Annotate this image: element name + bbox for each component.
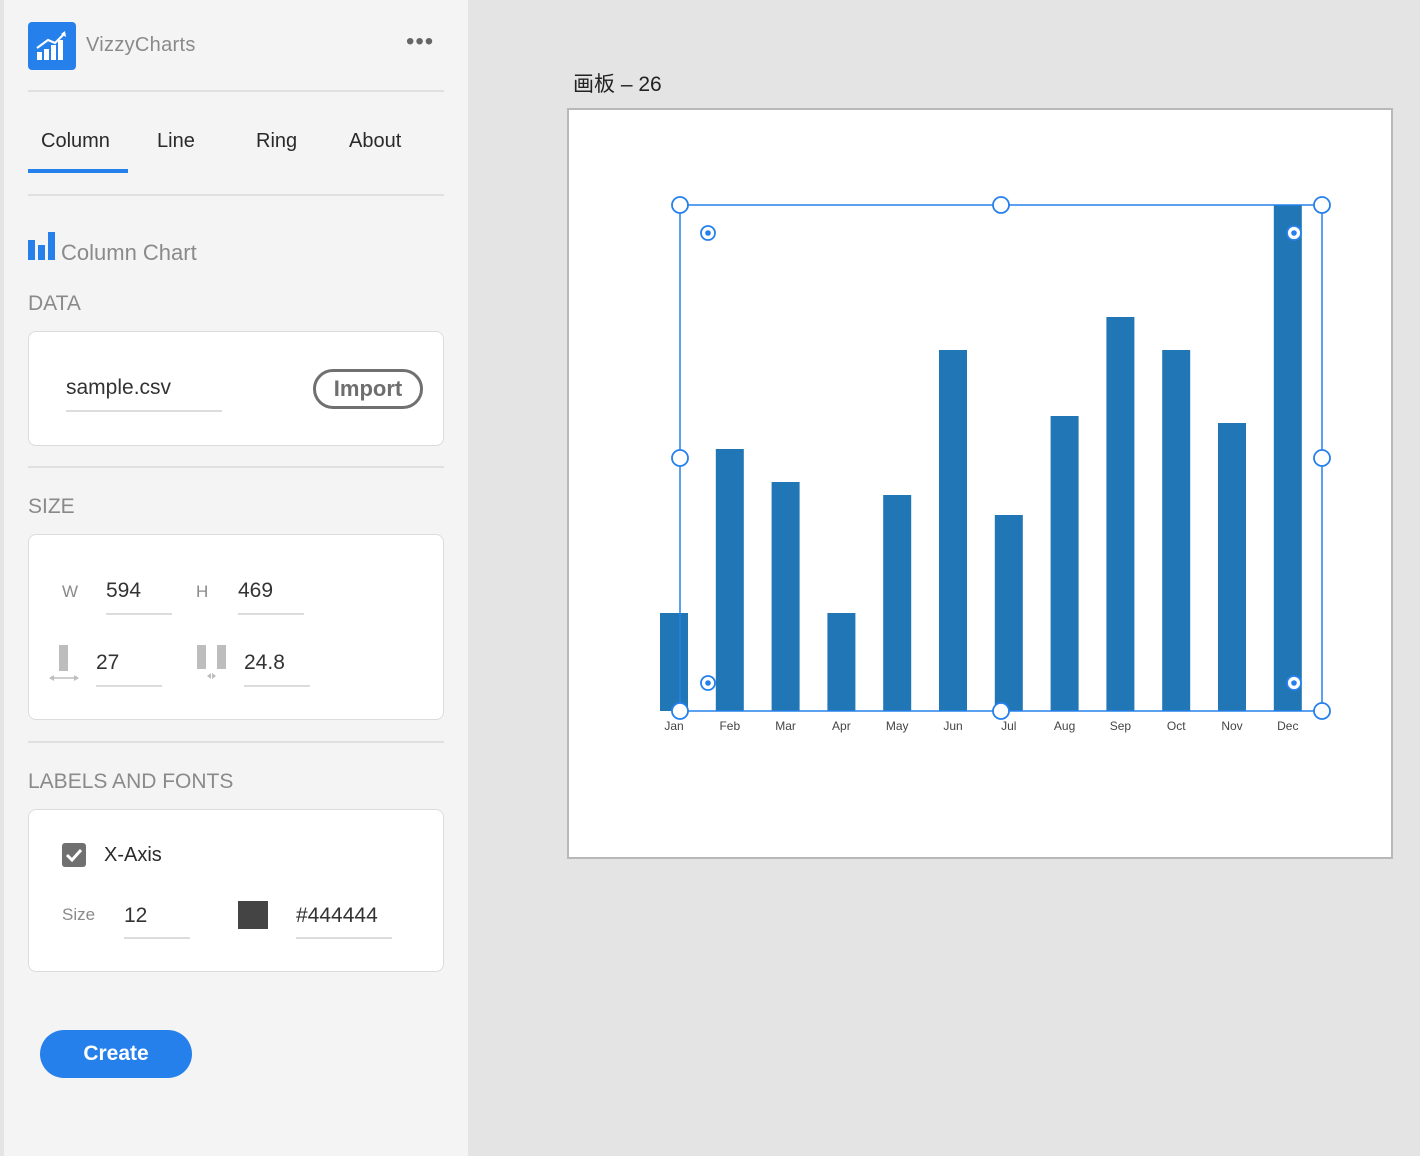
corner-radius-handle-dot bbox=[1291, 680, 1297, 686]
create-button[interactable]: Create bbox=[40, 1030, 192, 1078]
font-size-underline bbox=[124, 937, 190, 939]
x-tick-label: Apr bbox=[832, 719, 851, 733]
sidebar: VizzyCharts ••• Column Line Ring About C… bbox=[4, 0, 468, 1156]
x-tick-label: Aug bbox=[1054, 719, 1075, 733]
resize-handle[interactable] bbox=[671, 702, 689, 720]
size-card: W 594 H 469 27 24.8 bbox=[28, 534, 444, 720]
app-name: VizzyCharts bbox=[86, 34, 196, 56]
check-icon bbox=[65, 848, 83, 863]
chart-bar-sep bbox=[1106, 317, 1135, 711]
corner-radius-handle-dot bbox=[705, 230, 711, 236]
chart-bar-aug bbox=[1050, 416, 1079, 711]
resize-handle[interactable] bbox=[671, 196, 689, 214]
artboard-title: 画板 – 26 bbox=[573, 73, 662, 96]
chart-bar-apr bbox=[827, 613, 856, 711]
bar-spacing-underline bbox=[244, 685, 310, 687]
artboard: Jan Feb Mar Apr May Jun Jul Aug Sep Oct Nov Dec bbox=[567, 108, 1393, 859]
tab-ring[interactable]: Ring bbox=[256, 130, 297, 153]
height-input[interactable]: 469 bbox=[238, 579, 273, 603]
bar-width-underline bbox=[96, 685, 162, 687]
bar-width-input[interactable]: 27 bbox=[96, 651, 119, 675]
more-options-icon[interactable]: ••• bbox=[406, 28, 434, 56]
font-color-swatch[interactable] bbox=[238, 901, 268, 929]
chart-bar-jun bbox=[939, 350, 967, 711]
chart-bar-feb bbox=[715, 449, 744, 711]
corner-radius-handle-dot bbox=[1291, 230, 1297, 236]
height-label: H bbox=[196, 582, 209, 601]
x-tick-label: Mar bbox=[775, 719, 796, 733]
divider bbox=[28, 90, 444, 92]
xaxis-label: X-Axis bbox=[104, 844, 162, 866]
x-tick-label: May bbox=[886, 719, 909, 733]
chart-bar-nov bbox=[1218, 423, 1246, 711]
divider bbox=[28, 194, 444, 196]
x-tick-label: Feb bbox=[719, 719, 740, 733]
divider bbox=[28, 741, 444, 743]
column-chart: Jan Feb Mar Apr May Jun Jul Aug Sep Oct Nov Dec bbox=[660, 196, 1331, 733]
corner-radius-handle-dot bbox=[705, 680, 711, 686]
resize-handle[interactable] bbox=[1313, 196, 1331, 214]
app-logo bbox=[28, 22, 76, 70]
panel-title: Column Chart bbox=[61, 240, 197, 265]
labels-section-title: LABELS AND FONTS bbox=[28, 770, 234, 793]
labels-card: X-Axis Size 12 #444444 bbox=[28, 809, 444, 972]
tab-line[interactable]: Line bbox=[157, 130, 195, 153]
x-tick-label: Nov bbox=[1221, 719, 1242, 733]
font-size-input[interactable]: 12 bbox=[124, 904, 147, 928]
bar-width-icon bbox=[49, 645, 79, 681]
tab-about[interactable]: About bbox=[349, 130, 401, 153]
data-card: sample.csv Import bbox=[28, 331, 444, 446]
file-name-underline bbox=[66, 410, 222, 412]
tab-column[interactable]: Column bbox=[41, 130, 110, 153]
font-size-label: Size bbox=[62, 905, 96, 924]
chart-logo-icon bbox=[36, 31, 66, 60]
resize-handle[interactable] bbox=[992, 196, 1010, 214]
width-input[interactable]: 594 bbox=[106, 579, 141, 603]
x-tick-label: Jul bbox=[1001, 719, 1016, 733]
xaxis-checkbox[interactable] bbox=[62, 843, 86, 867]
chart-bar-jul bbox=[994, 515, 1023, 711]
x-tick-label: Sep bbox=[1110, 719, 1132, 733]
resize-handle[interactable] bbox=[992, 702, 1010, 720]
active-tab-indicator bbox=[28, 169, 128, 173]
bar-spacing-icon bbox=[197, 645, 226, 679]
chart-bar-dec bbox=[1273, 205, 1302, 711]
bar-chart-icon bbox=[28, 232, 55, 260]
file-name-field[interactable]: sample.csv bbox=[66, 376, 171, 400]
font-color-input[interactable]: #444444 bbox=[296, 904, 378, 928]
x-tick-label: Jan bbox=[664, 719, 683, 733]
chart-bar-mar bbox=[771, 482, 800, 711]
divider bbox=[28, 466, 444, 468]
chart-bar-jan bbox=[660, 613, 688, 711]
x-tick-label: Dec bbox=[1277, 719, 1298, 733]
size-section-title: SIZE bbox=[28, 495, 75, 518]
resize-handle[interactable] bbox=[671, 449, 689, 467]
resize-handle[interactable] bbox=[1313, 449, 1331, 467]
data-section-title: DATA bbox=[28, 292, 81, 315]
chart-bar-may bbox=[883, 495, 912, 711]
width-label: W bbox=[62, 582, 79, 601]
x-tick-label: Jun bbox=[943, 719, 962, 733]
chart-bar-oct bbox=[1162, 350, 1191, 711]
height-underline bbox=[238, 613, 304, 615]
width-underline bbox=[106, 613, 172, 615]
resize-handle[interactable] bbox=[1313, 702, 1331, 720]
bar-spacing-input[interactable]: 24.8 bbox=[244, 651, 285, 675]
font-color-underline bbox=[296, 937, 392, 939]
x-tick-label: Oct bbox=[1167, 719, 1186, 733]
import-button[interactable]: Import bbox=[313, 369, 423, 409]
